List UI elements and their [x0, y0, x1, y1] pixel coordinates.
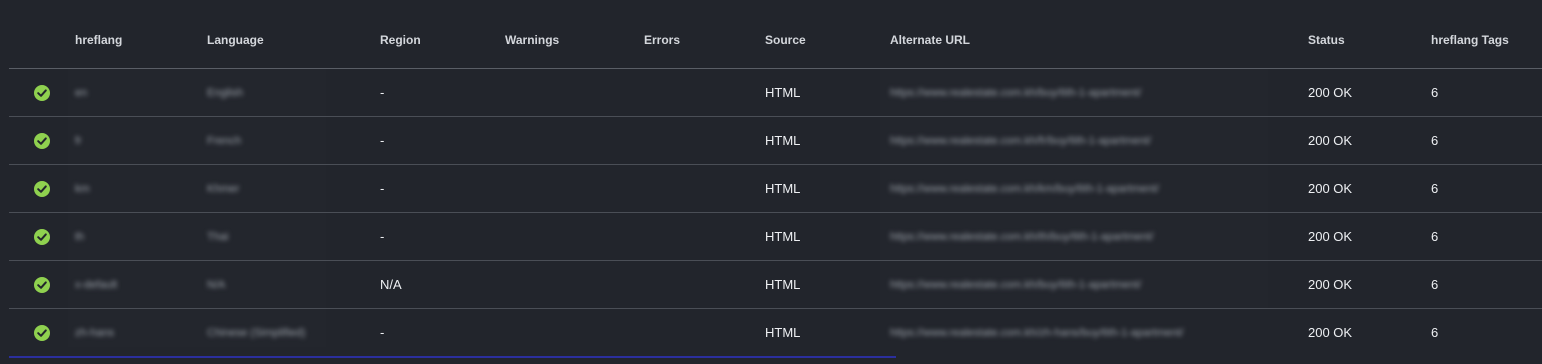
- check-circle-icon: [34, 85, 50, 101]
- cell-source: HTML: [765, 229, 801, 244]
- cell-alternate-url[interactable]: https://www.realestate.com.kh/km/buy/6th…: [890, 181, 1159, 197]
- cell-hreflang-tags: 6: [1431, 277, 1439, 292]
- cell-status: 200 OK: [1308, 85, 1353, 100]
- table-row[interactable]: fr French - HTML https://www.realestate.…: [0, 117, 1542, 165]
- cell-hreflang-tags: 6: [1431, 229, 1439, 244]
- col-hreflang-tags[interactable]: hreflang Tags: [1431, 32, 1509, 48]
- cell-hreflang-tags: 6: [1431, 181, 1439, 196]
- table-row[interactable]: th Thai - HTML https://www.realestate.co…: [0, 213, 1542, 261]
- cell-region: -: [380, 325, 385, 340]
- cell-source: HTML: [765, 277, 801, 292]
- cell-region: -: [380, 181, 385, 196]
- check-circle-icon: [34, 181, 50, 197]
- cell-language: English: [207, 87, 244, 99]
- cell-region: -: [380, 229, 385, 244]
- cell-alternate-url[interactable]: https://www.realestate.com.kh/zh-hans/bu…: [890, 325, 1183, 341]
- cell-status: 200 OK: [1308, 133, 1353, 148]
- cell-status: 200 OK: [1308, 229, 1353, 244]
- cell-source: HTML: [765, 325, 801, 340]
- col-errors[interactable]: Errors: [644, 32, 680, 48]
- cell-region: N/A: [380, 277, 402, 292]
- cell-source: HTML: [765, 133, 801, 148]
- col-hreflang[interactable]: hreflang: [75, 32, 122, 48]
- bottom-accent-line: [9, 356, 896, 358]
- table-row[interactable]: en English - HTML https://www.realestate…: [0, 69, 1542, 117]
- cell-language: Thai: [207, 231, 229, 243]
- cell-region: -: [380, 133, 385, 148]
- cell-hreflang-tags: 6: [1431, 133, 1439, 148]
- cell-hreflang: fr: [75, 135, 82, 147]
- cell-status: 200 OK: [1308, 325, 1353, 340]
- cell-alternate-url[interactable]: https://www.realestate.com.kh/th/buy/6th…: [890, 229, 1154, 245]
- table-row[interactable]: x-default N/A N/A HTML https://www.reale…: [0, 261, 1542, 309]
- col-alternate-url[interactable]: Alternate URL: [890, 32, 970, 48]
- cell-hreflang-tags: 6: [1431, 85, 1439, 100]
- col-status[interactable]: Status: [1308, 32, 1345, 48]
- cell-language: Chinese (Simplified): [207, 327, 306, 339]
- cell-alternate-url[interactable]: https://www.realestate.com.kh/buy/6th-1-…: [890, 85, 1141, 101]
- table-header: hreflang Language Region Warnings Errors…: [0, 0, 1542, 68]
- cell-region: -: [380, 85, 385, 100]
- cell-alternate-url[interactable]: https://www.realestate.com.kh/buy/6th-1-…: [890, 277, 1141, 293]
- check-circle-icon: [34, 277, 50, 293]
- cell-hreflang: zh-hans: [75, 327, 115, 339]
- table-row[interactable]: km Khmer - HTML https://www.realestate.c…: [0, 165, 1542, 213]
- cell-hreflang: km: [75, 183, 90, 195]
- cell-language: French: [207, 135, 242, 147]
- hreflang-table: hreflang Language Region Warnings Errors…: [0, 0, 1542, 364]
- col-language[interactable]: Language: [207, 32, 264, 48]
- cell-hreflang: en: [75, 87, 88, 99]
- check-circle-icon: [34, 325, 50, 341]
- table-row[interactable]: zh-hans Chinese (Simplified) - HTML http…: [0, 309, 1542, 357]
- col-warnings[interactable]: Warnings: [505, 32, 559, 48]
- cell-status: 200 OK: [1308, 277, 1353, 292]
- cell-hreflang: x-default: [75, 279, 118, 291]
- check-circle-icon: [34, 229, 50, 245]
- cell-status: 200 OK: [1308, 181, 1353, 196]
- cell-hreflang: th: [75, 231, 85, 243]
- cell-language: N/A: [207, 279, 226, 291]
- col-region[interactable]: Region: [380, 32, 421, 48]
- cell-hreflang-tags: 6: [1431, 325, 1439, 340]
- cell-alternate-url[interactable]: https://www.realestate.com.kh/fr/buy/6th…: [890, 133, 1151, 149]
- col-source[interactable]: Source: [765, 32, 806, 48]
- cell-source: HTML: [765, 181, 801, 196]
- cell-language: Khmer: [207, 183, 240, 195]
- check-circle-icon: [34, 133, 50, 149]
- cell-source: HTML: [765, 85, 801, 100]
